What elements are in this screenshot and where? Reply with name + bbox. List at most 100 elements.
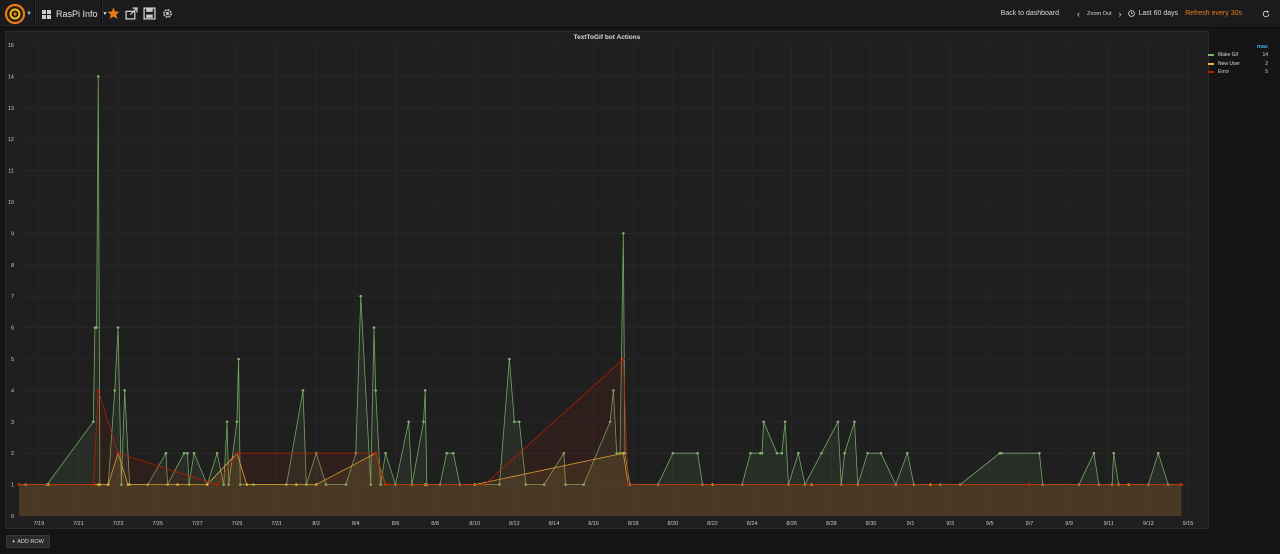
y-tick-label: 9 [11, 231, 14, 237]
x-tick-label: 7/23 [113, 521, 124, 527]
x-tick-label: 9/5 [986, 521, 994, 527]
legend-label: Error [1218, 69, 1230, 76]
data-point-make-gif [182, 451, 186, 455]
data-point-make-gif [407, 420, 410, 424]
data-point-make-gif [836, 420, 840, 424]
x-tick-label: 8/4 [352, 521, 360, 527]
data-point-make-gif [906, 451, 909, 455]
data-point-make-gif [423, 389, 427, 392]
legend-max-value: 2 [1265, 60, 1268, 67]
x-tick-label: 8/2 [312, 521, 320, 527]
x-tick-label: 8/26 [786, 521, 797, 527]
legend-item-error[interactable]: Error 5 [1208, 68, 1268, 77]
y-tick-label: 0 [11, 514, 14, 520]
x-tick-label: 8/18 [628, 521, 639, 527]
data-point-make-gif [1112, 451, 1115, 455]
data-point-make-gif [95, 326, 98, 329]
x-tick-label: 8/28 [826, 521, 837, 527]
data-point-error [96, 389, 100, 392]
data-point-error [17, 483, 21, 486]
data-point-error [92, 483, 95, 486]
data-point-make-gif [359, 294, 363, 298]
data-point-make-gif [1092, 451, 1096, 455]
y-tick-label: 11 [8, 169, 14, 175]
data-point-make-gif [760, 451, 764, 455]
data-point-make-gif [96, 75, 100, 78]
data-point-make-gif [853, 420, 856, 424]
data-point-make-gif [113, 389, 117, 392]
data-point-error [1180, 483, 1183, 486]
data-point-make-gif [1038, 451, 1041, 455]
y-tick-label: 7 [11, 294, 14, 300]
series-area-error [19, 359, 1182, 516]
data-point-make-gif [820, 451, 823, 455]
data-point-make-gif [451, 451, 455, 455]
x-tick-label: 8/14 [549, 521, 560, 527]
x-tick-label: 8/12 [509, 521, 520, 527]
x-tick-label: 9/15 [1183, 521, 1194, 527]
legend-max-value: 5 [1265, 69, 1268, 76]
x-tick-label: 7/19 [33, 521, 44, 527]
data-point-make-gif [1000, 451, 1003, 455]
x-tick-label: 8/8 [431, 521, 439, 527]
legend-item-new-user[interactable]: New User 2 [1208, 60, 1268, 69]
data-point-make-gif [866, 451, 869, 455]
y-tick-label: 6 [11, 326, 14, 332]
y-tick-label: 8 [11, 263, 14, 269]
data-point-make-gif [775, 451, 779, 455]
x-tick-label: 8/24 [747, 521, 758, 527]
data-point-make-gif [384, 451, 387, 455]
x-tick-label: 8/6 [392, 521, 400, 527]
data-point-make-gif [797, 451, 800, 455]
add-row-button[interactable]: + ADD ROW [6, 535, 50, 548]
plus-icon: + [12, 538, 16, 545]
x-tick-label: 9/3 [946, 521, 954, 527]
legend-swatch [1208, 62, 1214, 65]
data-point-error [384, 483, 387, 486]
legend-item-make-gif[interactable]: Make Gif 14 [1208, 51, 1268, 60]
x-tick-label: 8/30 [866, 521, 877, 527]
add-row-label: ADD ROW [17, 538, 44, 545]
data-point-error [235, 451, 239, 455]
y-tick-label: 4 [11, 388, 14, 394]
data-point-make-gif [215, 451, 219, 455]
legend-max-value: 14 [1262, 52, 1268, 59]
data-point-make-gif [372, 326, 376, 329]
chart-area: 01234567891011121314157/19 7/21 7/23 7/25 7/… [8, 43, 1194, 527]
y-tick-label: 3 [11, 420, 14, 426]
y-tick-label: 10 [8, 200, 14, 206]
data-point-make-gif [843, 451, 846, 455]
data-point-make-gif [92, 420, 95, 424]
x-tick-label: 8/20 [667, 521, 678, 527]
data-point-make-gif [374, 389, 377, 392]
data-point-make-gif [513, 420, 516, 424]
data-point-make-gif [783, 420, 787, 424]
data-point-make-gif [116, 326, 120, 329]
data-point-make-gif [780, 451, 784, 455]
legend-max-header[interactable]: max [1208, 44, 1268, 50]
data-point-make-gif [749, 451, 752, 455]
data-point-error [622, 357, 625, 361]
legend-label: New User [1218, 60, 1240, 67]
data-point-make-gif [762, 420, 765, 424]
data-point-error [1028, 483, 1031, 486]
y-tick-label: 13 [8, 106, 14, 112]
y-tick-label: 5 [11, 357, 14, 363]
data-point-make-gif [237, 357, 240, 361]
data-point-make-gif [696, 451, 699, 455]
data-point-make-gif [164, 451, 168, 455]
data-point-make-gif [879, 451, 883, 455]
x-tick-label: 7/27 [192, 521, 203, 527]
data-point-error [483, 483, 486, 486]
data-point-make-gif [517, 420, 521, 424]
x-tick-label: 7/29 [232, 521, 243, 527]
y-tick-label: 1 [11, 483, 14, 489]
legend-swatch [1208, 71, 1214, 74]
x-tick-label: 7/31 [271, 521, 282, 527]
data-point-make-gif [235, 420, 239, 424]
y-tick-label: 2 [11, 451, 14, 457]
data-point-make-gif [301, 389, 305, 392]
x-tick-label: 8/22 [707, 521, 718, 527]
x-tick-label: 9/1 [907, 521, 915, 527]
data-point-make-gif [508, 357, 511, 361]
